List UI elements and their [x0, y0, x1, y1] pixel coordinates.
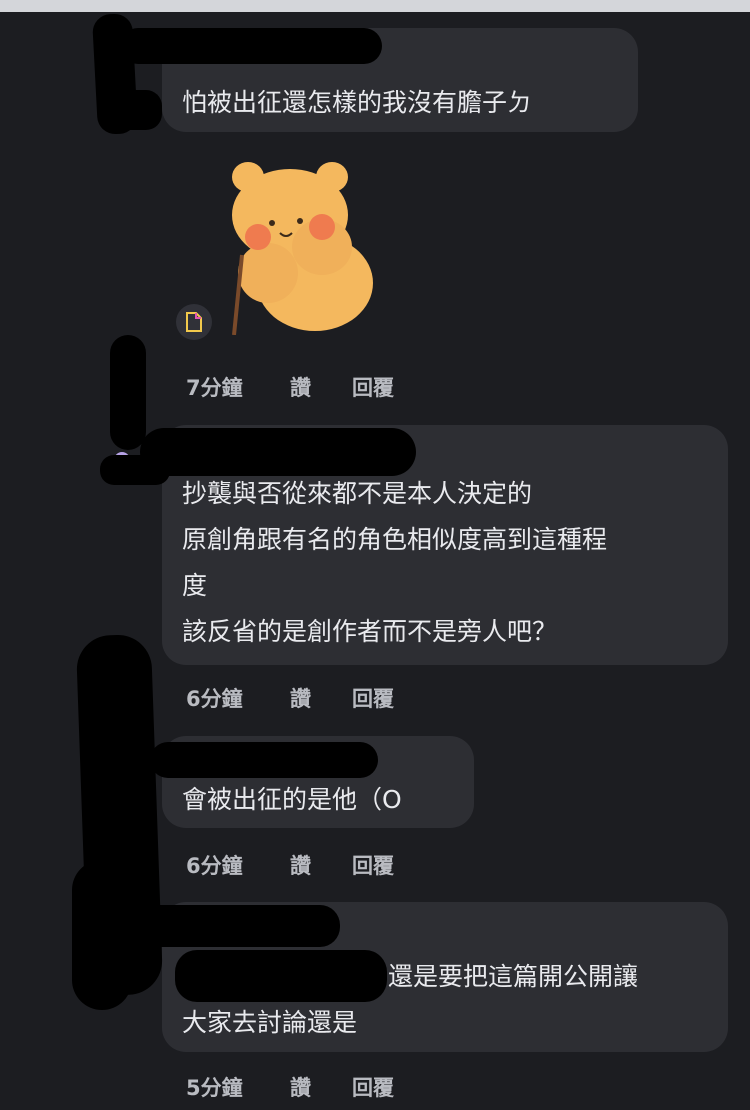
comment-text: 該反省的是創作者而不是旁人吧？: [182, 617, 558, 646]
comment-text: 會被出征的是他（O: [182, 785, 402, 814]
redaction-scribble: [100, 455, 170, 485]
like-button[interactable]: 讚: [290, 850, 311, 880]
reply-button[interactable]: 回覆: [352, 683, 394, 713]
file-icon[interactable]: [176, 304, 212, 340]
timestamp: 5分鐘: [186, 1076, 243, 1100]
redaction-scribble: [140, 905, 340, 947]
redaction-scribble: [120, 28, 382, 64]
like-button[interactable]: 讚: [290, 683, 311, 713]
timestamp: 6分鐘: [186, 854, 243, 878]
timestamp: 6分鐘: [186, 687, 243, 711]
redaction-scribble: [140, 428, 416, 476]
reply-button[interactable]: 回覆: [352, 850, 394, 880]
comment-text: 怕被出征還怎樣的我沒有膽子ㄉ: [182, 88, 533, 117]
redaction-scribble: [150, 742, 378, 778]
comment-text: 原創角跟有名的角色相似度高到這種程: [182, 525, 608, 554]
bear-sticker[interactable]: [220, 155, 380, 336]
redaction-scribble: [110, 335, 146, 450]
comment-text: 度: [182, 571, 208, 600]
like-button[interactable]: 讚: [290, 1072, 311, 1102]
redaction-scribble: [102, 90, 162, 130]
comment-text: 抄襲與否從來都不是本人決定的: [182, 479, 533, 508]
comment-text: 大家去討論還是: [182, 1008, 358, 1037]
top-status-strip: [0, 0, 750, 12]
redaction-scribble: [72, 860, 132, 1010]
reply-button[interactable]: 回覆: [352, 1072, 394, 1102]
like-button[interactable]: 讚: [290, 372, 311, 402]
redaction-scribble: [175, 950, 387, 1002]
timestamp: 7分鐘: [186, 376, 243, 400]
reply-button[interactable]: 回覆: [352, 372, 394, 402]
